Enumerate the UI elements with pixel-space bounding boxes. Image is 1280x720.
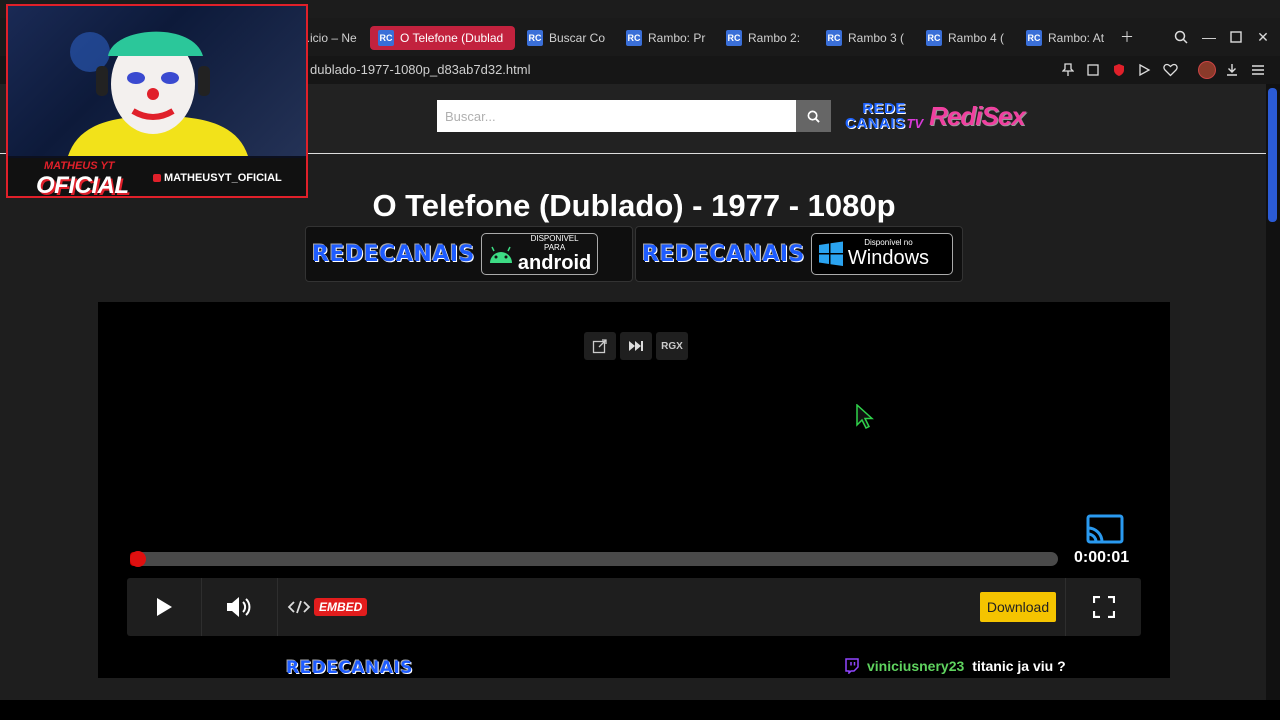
site-logo[interactable]: REDE CANAIS TV RediSex xyxy=(845,98,1051,134)
redisex-logo-text: RediSex xyxy=(929,100,1026,131)
android-robot-icon xyxy=(489,246,512,263)
tab-label: ...icio – Ne xyxy=(300,31,357,45)
maximize-icon[interactable] xyxy=(1225,26,1247,48)
tab-rambo-3[interactable]: RC Rambo 3 ( xyxy=(826,26,912,50)
fullscreen-icon xyxy=(1092,596,1115,618)
skip-next-icon xyxy=(629,341,643,351)
redecanais-tv-logo: REDE CANAIS TV xyxy=(845,99,924,132)
redecanais-logo-text: REDECANAIS xyxy=(312,241,475,267)
search-tabs-icon[interactable] xyxy=(1170,26,1192,48)
tab-label: O Telefone (Dublad xyxy=(400,31,504,45)
chat-message: viniciusnery23 titanic ja viu ? xyxy=(845,658,1066,674)
menu-icon[interactable] xyxy=(1248,60,1268,80)
screen: ...icio – Ne RC O Telefone (Dublad RC Bu… xyxy=(0,0,1280,720)
redecanais-favicon-icon: RC xyxy=(1026,30,1042,46)
pin-icon[interactable] xyxy=(1058,60,1078,80)
popout-button[interactable] xyxy=(584,332,616,360)
tab-label: Rambo: Pr xyxy=(648,31,706,45)
badge-line1: DISPONIVEL xyxy=(530,233,579,243)
bottom-edge xyxy=(0,700,1280,720)
webcam-video xyxy=(8,6,306,156)
tab-label: Buscar Co xyxy=(549,31,606,45)
instagram-icon xyxy=(153,174,161,182)
tab-rambo-2[interactable]: RC Rambo 2: xyxy=(726,26,812,50)
windows-logo-icon xyxy=(818,241,843,266)
play-extension-icon[interactable] xyxy=(1134,60,1154,80)
streamer-name: OFICIAL xyxy=(36,172,129,198)
cast-icon[interactable] xyxy=(1085,514,1125,546)
logo-canais-text: CANAIS xyxy=(845,114,906,132)
windows-badge: Disponível no Windows xyxy=(810,233,953,275)
redecanais-favicon-icon: RC xyxy=(826,30,842,46)
play-icon xyxy=(157,598,172,616)
redecanais-favicon-icon: RC xyxy=(926,30,942,46)
embed-label: EMBED xyxy=(314,598,368,616)
video-player[interactable]: RGX 0:00:01 EMBED Download REDECANAIS xyxy=(98,302,1170,678)
tab-rambo-1[interactable]: RC Rambo: Pr xyxy=(626,26,712,50)
embed-button[interactable]: EMBED xyxy=(287,598,368,616)
heart-icon[interactable] xyxy=(1160,60,1180,80)
footer-redecanais-logo: REDECANAIS xyxy=(286,658,414,678)
search-input[interactable] xyxy=(437,100,796,132)
logo-rede-text: REDE xyxy=(862,99,906,117)
progress-bar[interactable] xyxy=(130,551,1058,567)
windows-app-banner[interactable]: REDECANAIS Disponível no Windows xyxy=(635,226,963,282)
tab-label: Rambo 4 ( xyxy=(948,31,1005,45)
volume-icon xyxy=(227,597,251,617)
redecanais-favicon-icon: RC xyxy=(378,30,394,46)
tab-inicio[interactable]: ...icio – Ne xyxy=(300,26,360,50)
chat-text: titanic ja viu ? xyxy=(972,658,1066,674)
scrollbar-thumb[interactable] xyxy=(1268,88,1277,222)
new-tab-plus-icon[interactable]: ＋ xyxy=(1116,26,1138,48)
android-badge: DISPONIVEL PARA android xyxy=(480,233,599,275)
code-icon xyxy=(287,600,311,614)
badge-os: android xyxy=(517,251,592,274)
url-text[interactable]: dublado-1977-1080p_d83ab7d32.html xyxy=(310,62,530,77)
volume-button[interactable] xyxy=(202,578,276,636)
logo-tv-text: TV xyxy=(906,115,924,131)
search-button[interactable] xyxy=(796,100,831,132)
search-icon xyxy=(807,110,820,123)
adblock-shield-icon[interactable] xyxy=(1109,60,1129,80)
close-icon[interactable]: ✕ xyxy=(1252,26,1274,48)
play-button[interactable] xyxy=(127,578,201,636)
tab-o-telefone[interactable]: RC O Telefone (Dublad xyxy=(370,26,515,50)
android-app-banner[interactable]: REDECANAIS DISPONIVEL PARA android xyxy=(305,226,633,282)
skip-next-button[interactable] xyxy=(620,332,652,360)
popout-icon xyxy=(592,339,607,354)
mouse-cursor-icon xyxy=(856,404,874,430)
time-display: 0:00:01 xyxy=(1074,549,1130,566)
rgx-button[interactable]: RGX xyxy=(656,332,688,360)
chat-username: viniciusnery23 xyxy=(867,658,965,674)
screenshot-icon[interactable] xyxy=(1083,60,1103,80)
fullscreen-button[interactable] xyxy=(1066,578,1141,636)
tab-rambo-at[interactable]: RC Rambo: At xyxy=(1026,26,1108,50)
download-icon[interactable] xyxy=(1222,60,1242,80)
badge-os: Windows xyxy=(847,247,930,269)
streamer-handle: MATHEUSYT_OFICIAL xyxy=(153,172,282,184)
handle-text: MATHEUSYT_OFICIAL xyxy=(164,172,282,184)
player-controls: EMBED Download xyxy=(127,578,1141,636)
redecanais-favicon-icon: RC xyxy=(726,30,742,46)
tab-label: Rambo 2: xyxy=(748,31,801,45)
player-toolbar: RGX xyxy=(584,332,688,360)
tab-label: Rambo 3 ( xyxy=(848,31,905,45)
redecanais-favicon-icon: RC xyxy=(626,30,642,46)
streamer-figure xyxy=(68,31,248,156)
redecanais-logo-text: REDECANAIS xyxy=(642,241,805,267)
profile-avatar-icon[interactable] xyxy=(1197,60,1217,80)
streamer-tag: MATHEUS YT xyxy=(44,160,115,172)
redecanais-favicon-icon: RC xyxy=(527,30,543,46)
tab-label: Rambo: At xyxy=(1048,31,1105,45)
control-divider xyxy=(277,578,278,636)
badge-line1: Disponível no xyxy=(864,238,913,247)
download-button[interactable]: Download xyxy=(980,592,1056,622)
webcam-overlay: MATHEUS YT OFICIAL MATHEUSYT_OFICIAL xyxy=(6,4,308,198)
badge-line2: PARA xyxy=(543,242,566,252)
tab-rambo-4[interactable]: RC Rambo 4 ( xyxy=(926,26,1012,50)
minimize-icon[interactable]: — xyxy=(1198,26,1220,48)
progress-handle[interactable] xyxy=(130,551,146,567)
twitch-icon xyxy=(845,658,859,674)
tab-buscar[interactable]: RC Buscar Co xyxy=(527,26,613,50)
